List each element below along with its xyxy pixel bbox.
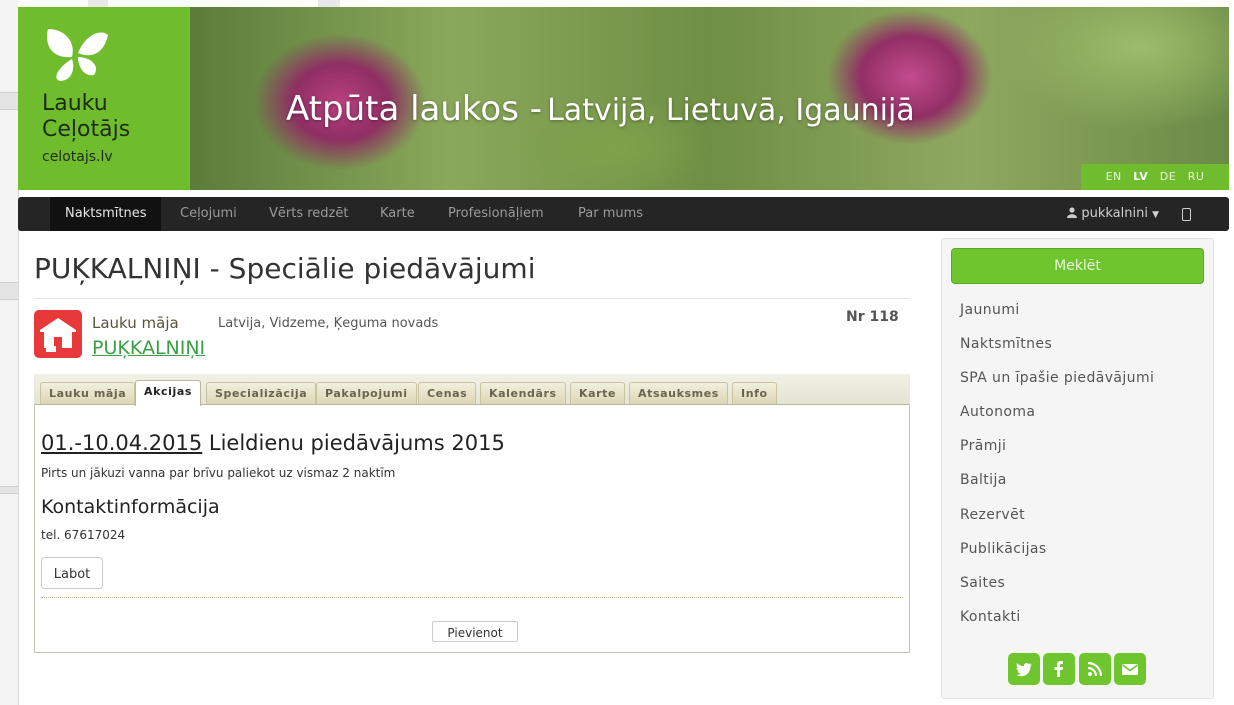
location: Latvija, Vidzeme, Ķeguma novads [218, 316, 439, 331]
user-menu[interactable]: pukkalnini ▼ [1067, 197, 1159, 232]
title-divider [34, 298, 910, 299]
offer-title: Lieldienu piedāvājums 2015 [202, 431, 505, 455]
sidebar-item-saites[interactable]: Saites [960, 575, 1005, 591]
sidebar-item-baltija[interactable]: Baltija [960, 472, 1007, 488]
offer-heading: 01.-10.04.2015 Lieldienu piedāvājums 201… [41, 431, 505, 455]
house-glyph [40, 318, 76, 352]
contact-heading: Kontaktinformācija [41, 496, 220, 518]
facebook-glyph [1054, 661, 1063, 677]
email-icon[interactable] [1114, 653, 1146, 685]
logo-text-line1: Lauku [42, 91, 108, 116]
background-bar [0, 486, 18, 494]
sidebar-item-rezervet[interactable]: Rezervēt [960, 507, 1025, 523]
background-top-strip [18, 0, 1234, 7]
tab-akcijas[interactable]: Akcijas [135, 380, 202, 406]
nav-item-celojumi[interactable]: Ceļojumi [180, 197, 237, 231]
nav-item-verts-redzet[interactable]: Vērts redzēt [269, 197, 348, 231]
user-icon [1067, 207, 1078, 218]
caret-down-icon: ▼ [1152, 210, 1159, 220]
nav-item-par-mums[interactable]: Par mums [578, 197, 643, 231]
sidebar-item-autonoma[interactable]: Autonoma [960, 404, 1035, 420]
facebook-icon[interactable] [1043, 653, 1075, 685]
nav-item-karte[interactable]: Karte [380, 197, 415, 231]
sidebar-item-publikacijas[interactable]: Publikācijas [960, 541, 1047, 557]
background-window-edge [0, 0, 19, 705]
sidebar-item-naktsmitnes[interactable]: Naktsmītnes [960, 336, 1052, 352]
background-bar [0, 92, 18, 110]
place-name-link[interactable]: PUĶKALNIŅI [92, 337, 205, 359]
page-title: PUĶKALNIŅI - Speciālie piedāvājumi [34, 252, 536, 285]
banner-title-sub: Latvijā, Lietuvā, Igaunijā [547, 93, 915, 128]
sidebar-item-jaunumi[interactable]: Jaunumi [960, 302, 1020, 318]
rss-glyph [1087, 661, 1103, 677]
logo-text-line2: Ceļotājs [42, 117, 131, 142]
sidebar-item-pramji[interactable]: Prāmji [960, 438, 1006, 454]
tab-specializacija[interactable]: Specializācija [206, 382, 317, 404]
add-button[interactable]: Pievienot [432, 621, 518, 642]
tab-pakalpojumi[interactable]: Pakalpojumi [316, 382, 417, 404]
mobile-view-icon[interactable] [1182, 208, 1191, 221]
banner-title-main: Atpūta laukos - [286, 89, 542, 129]
background-bar [0, 282, 18, 300]
twitter-glyph [1016, 662, 1032, 677]
site-header: Lauku Ceļotājs celotajs.lv Atpūta laukos… [18, 7, 1229, 190]
language-switcher: EN LV DE RU [1081, 164, 1229, 190]
rss-icon[interactable] [1079, 653, 1111, 685]
banner-title: Atpūta laukos - Latvijā, Lietuvā, Igauni… [286, 89, 915, 129]
content-divider [41, 597, 903, 598]
lang-en[interactable]: EN [1106, 170, 1122, 183]
envelope-glyph [1122, 664, 1138, 675]
nav-item-naktsmitnes[interactable]: Naktsmītnes [50, 197, 162, 231]
tab-lauku-maja[interactable]: Lauku māja [40, 382, 136, 404]
user-name: pukkalnini [1081, 206, 1148, 221]
nav-item-profesionaliem[interactable]: Profesionāļiem [448, 197, 544, 231]
rural-house-icon [34, 310, 82, 358]
offer-description: Pirts un jākuzi vanna par brīvu paliekot… [41, 466, 396, 480]
tab-atsauksmes[interactable]: Atsauksmes [629, 382, 728, 404]
edit-button[interactable]: Labot [41, 557, 103, 589]
lang-de[interactable]: DE [1160, 170, 1176, 183]
site-logo[interactable]: Lauku Ceļotājs celotajs.lv [18, 7, 190, 190]
sidebar-item-spa[interactable]: SPA un īpašie piedāvājumi [960, 370, 1154, 386]
logo-domain: celotajs.lv [42, 149, 113, 165]
lang-ru[interactable]: RU [1188, 170, 1205, 183]
main-nav: Naktsmītnes Ceļojumi Vērts redzēt Karte … [18, 197, 1229, 231]
phone-number: tel. 67617024 [41, 528, 126, 542]
search-button[interactable]: Meklēt [951, 248, 1204, 284]
listing-number: Nr 118 [846, 309, 899, 325]
background-seg [318, 0, 340, 7]
tab-info[interactable]: Info [732, 382, 777, 404]
tab-karte[interactable]: Karte [570, 382, 626, 404]
lang-lv[interactable]: LV [1133, 170, 1148, 183]
accommodation-type: Lauku māja [92, 314, 179, 332]
sidebar-item-kontakti[interactable]: Kontakti [960, 609, 1021, 625]
butterfly-leaf-icon [47, 29, 108, 81]
background-seg [88, 0, 108, 7]
tab-cenas[interactable]: Cenas [418, 382, 477, 404]
tab-kalendars[interactable]: Kalendārs [480, 382, 566, 404]
twitter-icon[interactable] [1008, 653, 1040, 685]
offer-date-link[interactable]: 01.-10.04.2015 [41, 431, 202, 455]
